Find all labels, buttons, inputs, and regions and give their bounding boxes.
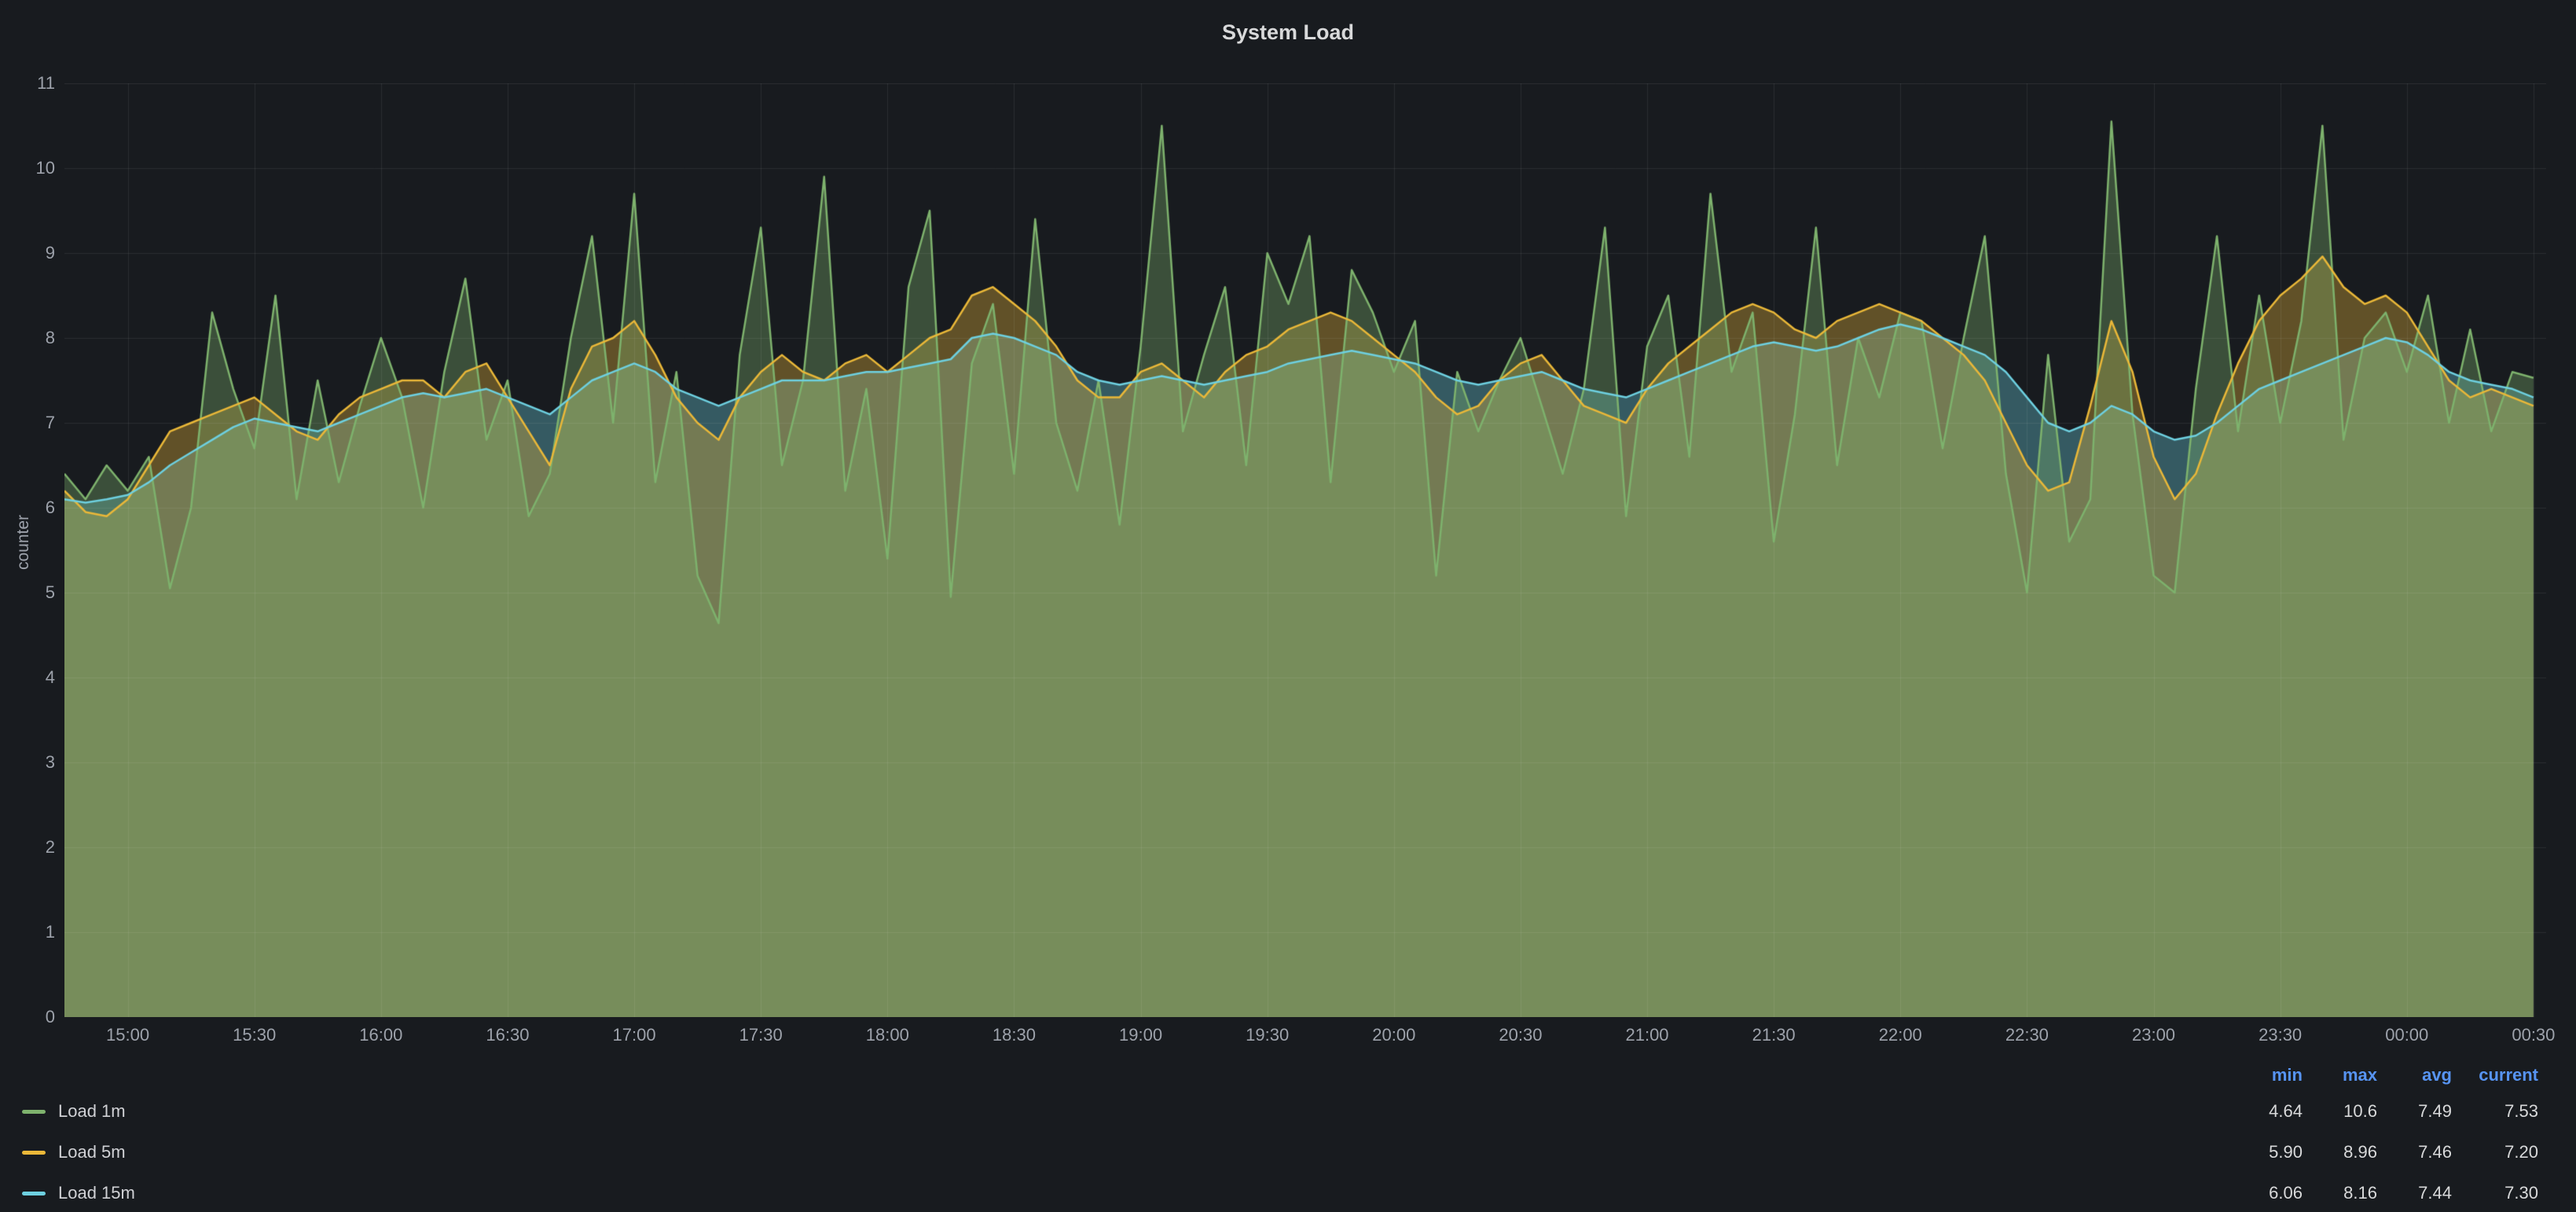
legend-row-load-1m: Load 1m 4.64 10.6 7.49 7.53 (0, 1091, 2576, 1132)
stat-current: 7.53 (2452, 1101, 2538, 1122)
y-tick-label: 9 (3, 243, 55, 263)
y-tick-label: 3 (3, 752, 55, 773)
series-color-icon (22, 1151, 46, 1155)
legend-col-max[interactable]: max (2303, 1065, 2377, 1085)
stat-avg: 7.49 (2377, 1101, 2452, 1122)
y-tick-label: 11 (3, 73, 55, 94)
y-tick-label: 0 (3, 1007, 55, 1027)
legend: min max avg current Load 1m 4.64 10.6 7.… (0, 1060, 2576, 1212)
legend-col-avg[interactable]: avg (2377, 1065, 2452, 1085)
x-tick-label: 21:00 (1600, 1025, 1694, 1045)
x-tick-label: 19:00 (1094, 1025, 1188, 1045)
stat-max: 8.96 (2303, 1142, 2377, 1162)
series-name: Load 5m (58, 1142, 126, 1162)
y-tick-label: 2 (3, 837, 55, 858)
series-name: Load 1m (58, 1101, 126, 1122)
stat-min: 4.64 (2224, 1101, 2303, 1122)
stat-max: 8.16 (2303, 1183, 2377, 1203)
x-tick-label: 23:00 (2107, 1025, 2201, 1045)
x-tick-label: 00:00 (2360, 1025, 2454, 1045)
x-tick-label: 22:00 (1853, 1025, 1947, 1045)
load-chart[interactable] (64, 83, 2546, 1017)
stat-avg: 7.46 (2377, 1142, 2452, 1162)
x-tick-label: 23:30 (2233, 1025, 2328, 1045)
y-tick-label: 5 (3, 582, 55, 603)
system-load-panel: System Load counter 01234567891011 15:00… (0, 0, 2576, 1212)
x-tick-label: 16:00 (334, 1025, 428, 1045)
x-tick-label: 00:30 (2486, 1025, 2576, 1045)
x-tick-label: 18:30 (967, 1025, 1061, 1045)
x-tick-label: 21:30 (1727, 1025, 1821, 1045)
x-tick-label: 17:30 (714, 1025, 808, 1045)
legend-series-load-5m[interactable]: Load 5m (22, 1142, 2224, 1162)
x-tick-label: 20:30 (1473, 1025, 1568, 1045)
x-tick-label: 15:30 (207, 1025, 302, 1045)
legend-series-load-1m[interactable]: Load 1m (22, 1101, 2224, 1122)
legend-series-load-15m[interactable]: Load 15m (22, 1183, 2224, 1203)
legend-row-load-5m: Load 5m 5.90 8.96 7.46 7.20 (0, 1132, 2576, 1173)
y-tick-label: 8 (3, 328, 55, 348)
x-tick-label: 19:30 (1220, 1025, 1315, 1045)
x-tick-label: 22:30 (1980, 1025, 2074, 1045)
x-tick-label: 18:00 (840, 1025, 934, 1045)
y-tick-label: 7 (3, 413, 55, 433)
x-tick-label: 16:30 (461, 1025, 555, 1045)
stat-min: 6.06 (2224, 1183, 2303, 1203)
x-tick-label: 17:00 (587, 1025, 681, 1045)
stat-min: 5.90 (2224, 1142, 2303, 1162)
stat-avg: 7.44 (2377, 1183, 2452, 1203)
series-name: Load 15m (58, 1183, 135, 1203)
series-color-icon (22, 1192, 46, 1195)
x-tick-label: 20:00 (1347, 1025, 1441, 1045)
x-tick-label: 15:00 (81, 1025, 175, 1045)
legend-col-min[interactable]: min (2224, 1065, 2303, 1085)
panel-title[interactable]: System Load (1222, 20, 1354, 45)
y-tick-label: 1 (3, 922, 55, 942)
stat-max: 10.6 (2303, 1101, 2377, 1122)
legend-header: min max avg current (0, 1060, 2576, 1091)
series-color-icon (22, 1110, 46, 1114)
legend-row-load-15m: Load 15m 6.06 8.16 7.44 7.30 (0, 1173, 2576, 1212)
y-tick-label: 4 (3, 667, 55, 688)
y-tick-label: 10 (3, 158, 55, 178)
stat-current: 7.20 (2452, 1142, 2538, 1162)
legend-col-current[interactable]: current (2452, 1065, 2538, 1085)
y-axis-label: counter (14, 515, 33, 570)
stat-current: 7.30 (2452, 1183, 2538, 1203)
